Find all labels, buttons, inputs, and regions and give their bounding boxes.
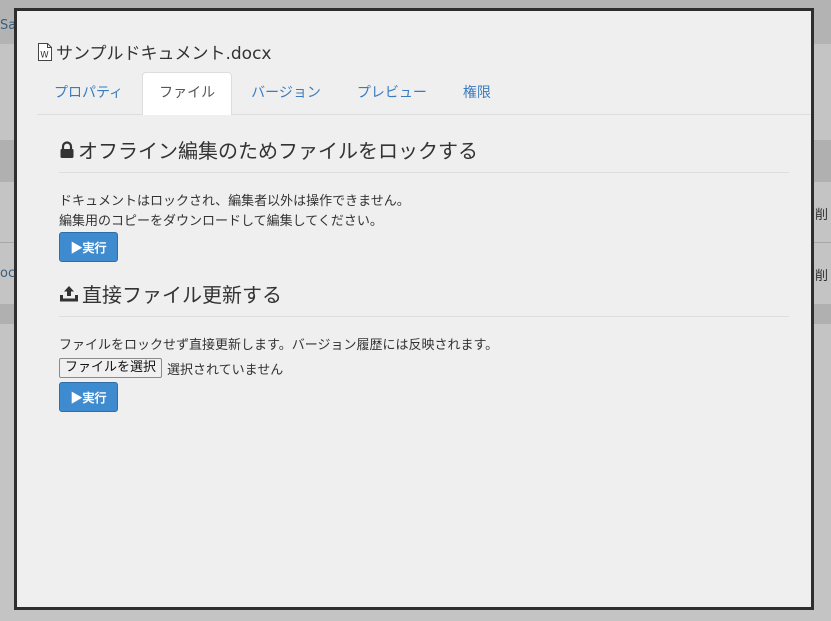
background-row-link: oc (0, 266, 16, 281)
lock-execute-button[interactable]: ▶実行 (59, 232, 118, 262)
update-heading-text: 直接ファイル更新する (82, 283, 282, 307)
tab-permissions[interactable]: 権限 (446, 72, 508, 113)
modal-title: W サンプルドキュメント.docx (37, 39, 272, 64)
update-execute-button[interactable]: ▶実行 (59, 382, 118, 412)
lock-section-heading: オフライン編集のためファイルをロックする (59, 135, 789, 173)
tab-properties[interactable]: プロパティ (37, 72, 140, 113)
modal-tabs: プロパティ ファイル バージョン プレビュー 権限 (37, 72, 811, 115)
update-section-heading: 直接ファイル更新する (59, 279, 789, 317)
tab-preview[interactable]: プレビュー (340, 72, 444, 113)
file-modal: W サンプルドキュメント.docx プロパティ ファイル バージョン プレビュー… (14, 8, 814, 610)
update-section: 直接ファイル更新する ファイルをロックせず直接更新します。バージョン履歴には反映… (59, 279, 789, 412)
lock-heading-text: オフライン編集のためファイルをロックする (78, 139, 478, 163)
lock-description-line: 編集用のコピーをダウンロードして編集してください。 (59, 214, 383, 229)
file-status-text: 選択されていません (167, 362, 284, 378)
choose-file-button[interactable]: ファイルを選択 (59, 358, 163, 378)
svg-text:W: W (40, 50, 49, 60)
background-delete-text: 削 (815, 208, 829, 223)
modal-title-text: サンプルドキュメント.docx (56, 44, 272, 64)
lock-icon (60, 140, 74, 158)
lock-section: オフライン編集のためファイルをロックする ドキュメントはロックされ、編集者以外は… (59, 135, 789, 262)
lock-description-line: ドキュメントはロックされ、編集者以外は操作できません。 (59, 194, 410, 209)
word-document-icon: W (38, 42, 52, 61)
tab-version[interactable]: バージョン (234, 72, 338, 113)
update-description: ファイルをロックせず直接更新します。バージョン履歴には反映されます。 (59, 338, 499, 353)
file-picker: ファイルを選択 選択されていません (59, 358, 789, 378)
tab-file[interactable]: ファイル (142, 72, 233, 115)
upload-icon (60, 285, 78, 301)
background-delete-text: 削 (815, 269, 829, 284)
lock-description: ドキュメントはロックされ、編集者以外は操作できません。 編集用のコピーをダウンロ… (59, 192, 789, 232)
